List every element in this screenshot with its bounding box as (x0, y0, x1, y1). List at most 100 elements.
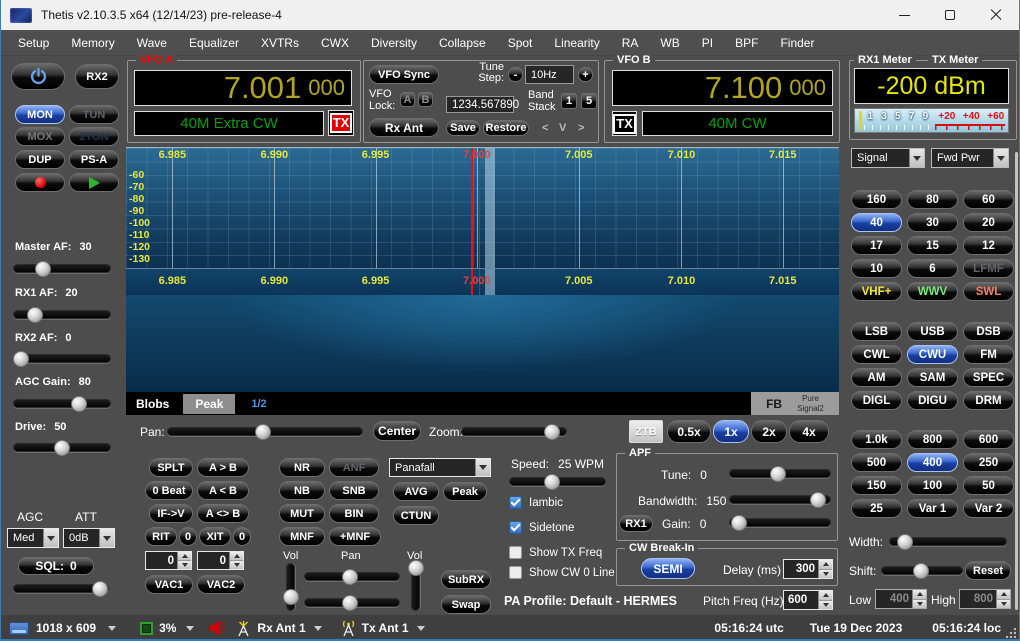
chevron-down-icon[interactable] (314, 626, 322, 631)
b-to-a-button[interactable]: A < B (197, 481, 249, 500)
band-160-button[interactable]: 160 (851, 190, 902, 209)
vac2-button[interactable]: VAC2 (197, 575, 245, 594)
blobs-toggle[interactable]: Blobs (136, 397, 169, 411)
master-af-thumb[interactable] (35, 261, 51, 277)
zoom-slider[interactable] (461, 427, 567, 436)
mode-usb-button[interactable]: USB (907, 322, 958, 341)
zoom-1x-button[interactable]: 1x (713, 420, 749, 443)
zoom-4x-button[interactable]: 4x (789, 420, 829, 443)
spinner-down-icon[interactable] (997, 600, 1010, 609)
shift-slider[interactable] (881, 566, 963, 575)
menu-xvtrs[interactable]: XVTRs (250, 32, 310, 54)
rx2-button[interactable]: RX2 (75, 64, 119, 89)
restore-button[interactable]: Restore (483, 120, 529, 136)
frequency-entry-field[interactable]: 1234.567890 (446, 96, 514, 113)
2ton-button[interactable]: 2TON (69, 127, 119, 146)
filter-1k-button[interactable]: 1.0k (851, 430, 902, 449)
band-6-button[interactable]: 6 (907, 259, 958, 278)
apf-bandwidth-slider[interactable] (729, 495, 831, 504)
zoom-05x-button[interactable]: 0.5x (667, 420, 711, 443)
mode-digl-button[interactable]: DIGL (851, 391, 902, 410)
chevron-down-icon[interactable] (108, 626, 116, 631)
vfo-sync-button[interactable]: VFO Sync (369, 65, 439, 84)
vfo-lock-a-button[interactable]: A (400, 92, 415, 107)
pan-thumb[interactable] (255, 424, 271, 440)
spinner-up-icon[interactable] (913, 590, 926, 600)
band-15-button[interactable]: 15 (907, 236, 958, 255)
rx1-vol-thumb[interactable] (283, 589, 299, 605)
band-10-button[interactable]: 10 (851, 259, 902, 278)
mode-digu-button[interactable]: DIGU (907, 391, 958, 410)
agc-gain-slider[interactable] (13, 399, 111, 408)
filter-400-button[interactable]: 400 (907, 453, 958, 472)
nr-button[interactable]: NR (279, 458, 325, 477)
band-80-button[interactable]: 80 (907, 190, 958, 209)
menu-wave[interactable]: Wave (126, 32, 178, 54)
spectrum-display[interactable]: 6.985 6.990 6.995 7.000 7.005 7.010 7.01… (126, 147, 839, 268)
a-swap-b-button[interactable]: A <> B (197, 504, 249, 523)
tun-button[interactable]: TUN (69, 105, 119, 124)
band-prev-button[interactable]: < (542, 122, 548, 134)
rx1-af-thumb[interactable] (27, 307, 43, 323)
filter-250-button[interactable]: 250 (963, 453, 1014, 472)
bin-button[interactable]: BIN (329, 504, 379, 523)
width-thumb[interactable] (897, 534, 913, 550)
rx-meter-mode-select[interactable]: Signal (851, 148, 925, 168)
filter-600-button[interactable]: 600 (963, 430, 1014, 449)
maximize-button[interactable] (927, 0, 973, 30)
cw-speed-thumb[interactable] (544, 474, 560, 490)
band-12-button[interactable]: 12 (963, 236, 1014, 255)
tune-step-value[interactable]: 10Hz (525, 65, 574, 84)
rx1-vol-slider[interactable] (286, 563, 295, 611)
menu-cwx[interactable]: CWX (310, 32, 360, 54)
shift-reset-button[interactable]: Reset (965, 561, 1011, 580)
band-60-button[interactable]: 60 (963, 190, 1014, 209)
menu-wb[interactable]: WB (649, 32, 690, 54)
swap-button[interactable]: Swap (441, 595, 491, 614)
agc-select[interactable]: Med (7, 528, 59, 548)
a-to-b-button[interactable]: A > B (197, 458, 249, 477)
menu-linearity[interactable]: Linearity (543, 32, 610, 54)
vfo-lock-b-button[interactable]: B (418, 92, 433, 107)
waterfall-display[interactable] (126, 295, 839, 392)
peak-toggle[interactable]: Peak (183, 394, 235, 414)
menu-diversity[interactable]: Diversity (360, 32, 428, 54)
rx2-af-slider[interactable] (13, 354, 111, 363)
window-edge-scrollbar[interactable] (1015, 152, 1018, 610)
apf-bandwidth-thumb[interactable] (810, 492, 826, 508)
menu-bpf[interactable]: BPF (724, 32, 769, 54)
filter-100-button[interactable]: 100 (907, 476, 958, 495)
band-40-button[interactable]: 40 (851, 213, 902, 232)
vac1-button[interactable]: VAC1 (145, 575, 193, 594)
filter-high-spinner[interactable]: 800 (959, 589, 1011, 609)
record-button[interactable] (15, 173, 65, 192)
sql-thumb[interactable] (92, 581, 108, 597)
chevron-down-icon[interactable] (909, 149, 924, 167)
rit-zero-button[interactable]: 0 (179, 527, 197, 546)
vfob-frequency-display[interactable]: 7.100 000 (612, 70, 833, 106)
rx2-af-thumb[interactable] (13, 351, 29, 367)
mut-button[interactable]: MUT (279, 504, 325, 523)
rx1-pan-slider[interactable] (304, 572, 400, 581)
drive-thumb[interactable] (54, 440, 70, 456)
zoom-thumb[interactable] (544, 424, 560, 440)
spinner-up-icon[interactable] (178, 552, 191, 561)
vfoa-frequency-display[interactable]: 7.001 000 (134, 70, 352, 106)
sql-slider[interactable] (13, 584, 109, 593)
att-select[interactable]: 0dB (63, 528, 115, 548)
rx-ant-button[interactable]: Rx Ant (369, 118, 439, 137)
subrx-pan-slider[interactable] (304, 598, 400, 607)
apf-gain-slider[interactable] (729, 518, 831, 527)
chevron-down-icon[interactable] (993, 149, 1008, 167)
chevron-down-icon[interactable] (99, 529, 114, 547)
shift-thumb[interactable] (913, 563, 929, 579)
chevron-down-icon[interactable] (43, 529, 58, 547)
xit-spinner[interactable]: 0 (197, 551, 244, 570)
center-button[interactable]: Center (373, 421, 421, 441)
if-to-v-button[interactable]: IF->V (149, 504, 193, 523)
rx1-af-slider[interactable] (13, 310, 111, 319)
filter-800-button[interactable]: 800 (907, 430, 958, 449)
puresignal-button[interactable]: Pure Signal2 (797, 394, 824, 412)
delay-spinner[interactable]: 300 (783, 559, 833, 579)
show-tx-freq-checkbox[interactable]: Show TX Freq (509, 546, 602, 559)
